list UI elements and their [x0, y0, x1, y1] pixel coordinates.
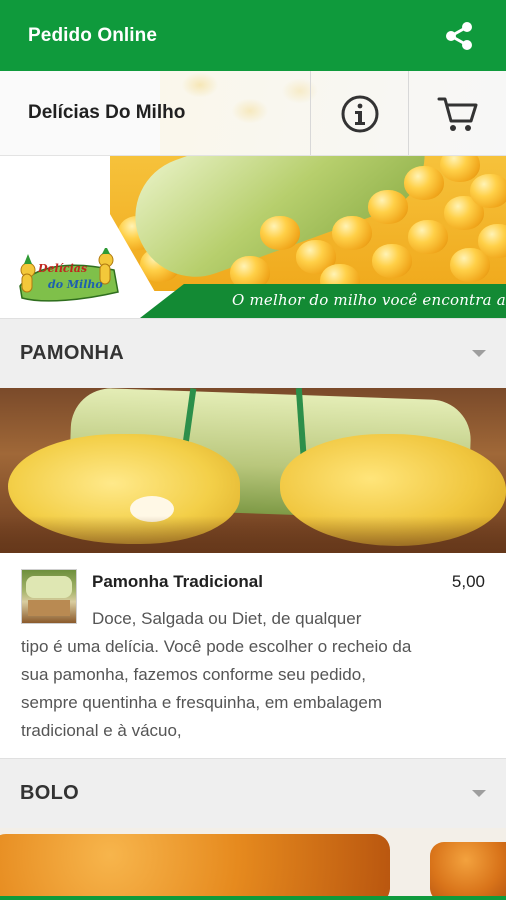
- logo-text-line1: Delícias: [38, 262, 88, 275]
- store-actions: [310, 71, 506, 155]
- share-icon: [446, 21, 472, 50]
- bottom-accent-bar: [0, 896, 506, 900]
- product-item-pamonha-tradicional[interactable]: Pamonha Tradicional 5,00 Doce, Salgada o…: [0, 553, 506, 758]
- app-bar: Pedido Online: [0, 0, 506, 71]
- info-button[interactable]: [310, 71, 408, 155]
- cart-icon: [437, 97, 477, 131]
- app-title: Pedido Online: [28, 24, 158, 46]
- cart-button[interactable]: [408, 71, 506, 155]
- product-description-rest: tipo é uma delícia. Você pode escolher o…: [21, 637, 412, 740]
- logo-text-line2: do Milho: [48, 278, 103, 291]
- product-price: 5,00: [451, 572, 485, 591]
- category-title: BOLO: [20, 782, 79, 804]
- corn-banner-image: [110, 156, 506, 291]
- category-header-pamonha[interactable]: PAMONHA: [0, 318, 506, 388]
- share-button[interactable]: [442, 19, 476, 53]
- store-banner: O melhor do milho você encontra aqui Del…: [0, 156, 506, 318]
- category-header-bolo[interactable]: BOLO: [0, 758, 506, 828]
- store-name: Delícias Do Milho: [28, 102, 186, 123]
- category-image-bolo: [0, 828, 506, 896]
- store-header: Delícias Do Milho: [0, 71, 506, 156]
- banner-slogan: O melhor do milho você encontra aqui: [232, 291, 506, 309]
- chevron-down-icon: [472, 350, 486, 357]
- category-image-pamonha: [0, 388, 506, 553]
- product-description: Doce, Salgada ou Diet, de qualquer tipo …: [21, 605, 421, 745]
- chevron-down-icon: [472, 790, 486, 797]
- product-description-line1: Doce, Salgada ou Diet, de qualquer: [92, 609, 362, 628]
- category-title: PAMONHA: [20, 342, 124, 364]
- info-icon: [341, 95, 378, 132]
- product-name: Pamonha Tradicional: [92, 572, 263, 591]
- store-logo: Delícias do Milho: [14, 246, 124, 308]
